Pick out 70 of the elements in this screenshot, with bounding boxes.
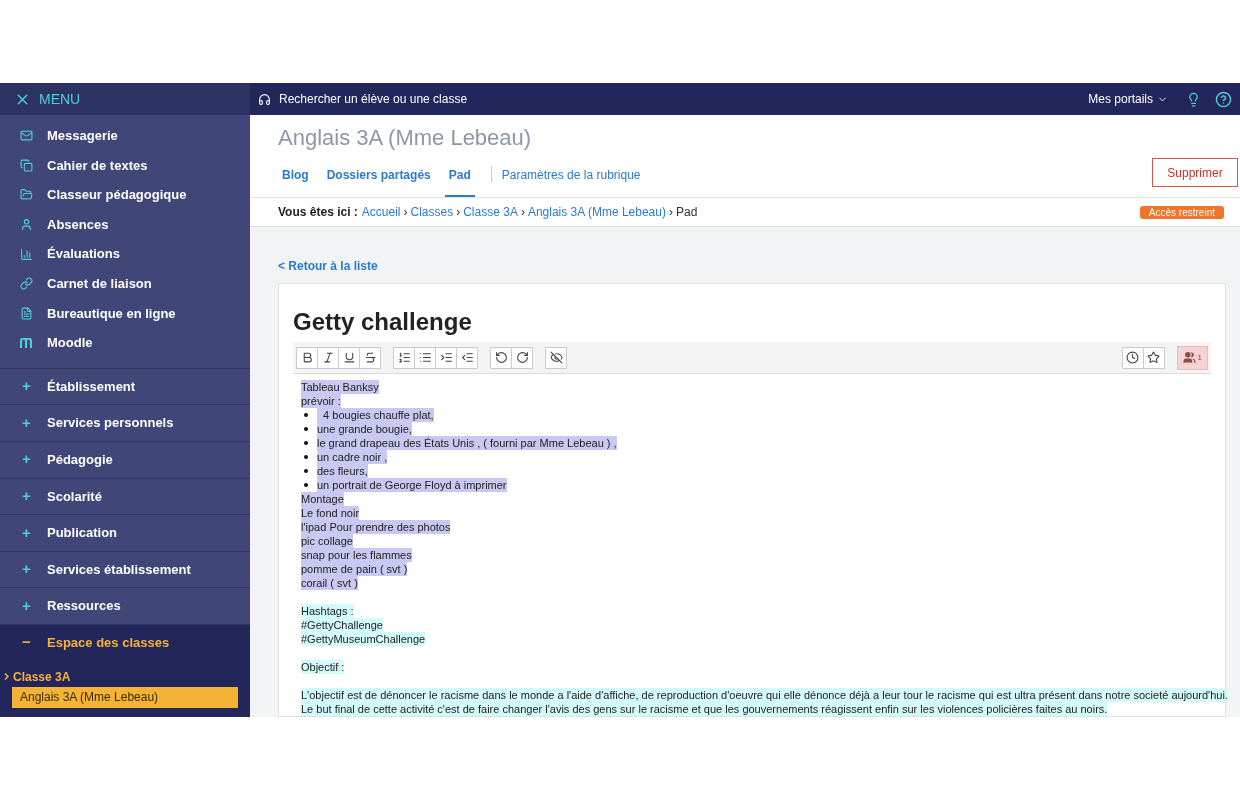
tree-item[interactable]: Classe 3A	[0, 666, 250, 687]
folder-icon	[20, 188, 33, 202]
access-badge: Accès restreint	[1139, 205, 1224, 219]
strikethrough-icon[interactable]	[359, 346, 381, 369]
bullet-icon	[304, 455, 308, 459]
page-title: Anglais 3A (Mme Lebeau)	[278, 124, 533, 152]
users-icon	[1182, 351, 1196, 364]
menu-header[interactable]: MENU	[0, 83, 250, 115]
plus-icon: +	[20, 375, 33, 398]
delete-button[interactable]: Supprimer	[1152, 158, 1238, 187]
bullet-icon	[304, 469, 308, 473]
plus-icon: +	[20, 448, 33, 471]
numbered-list-icon[interactable]	[393, 346, 415, 369]
plus-icon: +	[20, 558, 33, 581]
person-icon	[20, 218, 33, 232]
breadcrumb-separator: ›	[456, 204, 461, 221]
pages-icon	[20, 158, 33, 172]
bullet-icon	[304, 483, 308, 487]
chevron-icon	[4, 673, 9, 680]
document-icon	[20, 306, 33, 320]
sidebar-item[interactable]: Carnet de liaison	[0, 268, 250, 299]
tab[interactable]: Paramètres de la rubrique	[497, 163, 645, 197]
breadcrumb-separator: ›	[520, 204, 525, 221]
underline-icon[interactable]	[338, 346, 360, 369]
search-field[interactable]: Rechercher un élève ou une classe	[279, 90, 468, 108]
pad-title: Getty challenge	[293, 307, 473, 337]
help-icon[interactable]	[1215, 90, 1232, 108]
bullet-list-icon[interactable]	[414, 346, 436, 369]
sidebar-item[interactable]: Messagerie	[0, 121, 250, 151]
bullet-icon	[304, 441, 308, 445]
bullet-icon	[304, 427, 308, 431]
tree-item[interactable]: Anglais 3A (Mme Lebeau)	[12, 686, 238, 708]
breadcrumb-separator: ›	[668, 204, 673, 221]
undo-icon[interactable]	[490, 346, 512, 369]
sidebar-item[interactable]: Classeur pédagogique	[0, 180, 250, 210]
sidebar-item[interactable]: Cahier de textes	[0, 150, 250, 181]
italic-icon[interactable]	[317, 346, 339, 369]
breadcrumb-link[interactable]: Anglais 3A (Mme Lebeau)	[527, 203, 666, 221]
breadcrumb-link[interactable]: Classes	[410, 203, 454, 221]
tab[interactable]: Dossiers partagés	[322, 163, 435, 197]
bullet-icon	[304, 413, 308, 417]
outdent-icon[interactable]	[456, 346, 478, 369]
back-link[interactable]: < Retour à la liste	[278, 257, 1212, 283]
users-button[interactable]: 1	[1176, 345, 1208, 370]
link-icon	[20, 277, 33, 291]
sidebar-item[interactable]: Évaluations	[0, 239, 250, 269]
tab[interactable]: Blog	[278, 163, 313, 197]
minus-icon: −	[20, 631, 33, 654]
lightbulb-icon[interactable]	[1186, 91, 1201, 107]
indent-icon[interactable]	[435, 346, 457, 369]
sidebar-item[interactable]: Absences	[0, 209, 250, 240]
sidebar-item[interactable]: Bureautique en ligne	[0, 298, 250, 329]
plus-icon: +	[20, 594, 33, 618]
m-icon	[20, 336, 33, 350]
breadcrumb-current: Pad	[675, 204, 698, 221]
plus-icon: +	[20, 485, 33, 508]
plus-icon: +	[20, 521, 33, 545]
bar-chart-icon	[20, 247, 33, 261]
eye-slash-icon[interactable]	[545, 346, 567, 369]
plus-icon: +	[20, 411, 33, 435]
bold-icon[interactable]	[296, 346, 318, 369]
envelope-icon	[20, 129, 33, 143]
sidebar-item[interactable]: Moodle	[0, 328, 250, 358]
clock-icon[interactable]	[1121, 346, 1144, 369]
breadcrumb-separator: ›	[403, 204, 408, 221]
redo-icon[interactable]	[511, 346, 533, 369]
portals-menu[interactable]: Mes portails	[1088, 90, 1168, 108]
breadcrumb-link[interactable]: Classe 3A	[463, 203, 518, 221]
breadcrumb-label: Vous êtes ici :	[278, 204, 358, 221]
breadcrumb-link[interactable]: Accueil	[361, 203, 401, 221]
